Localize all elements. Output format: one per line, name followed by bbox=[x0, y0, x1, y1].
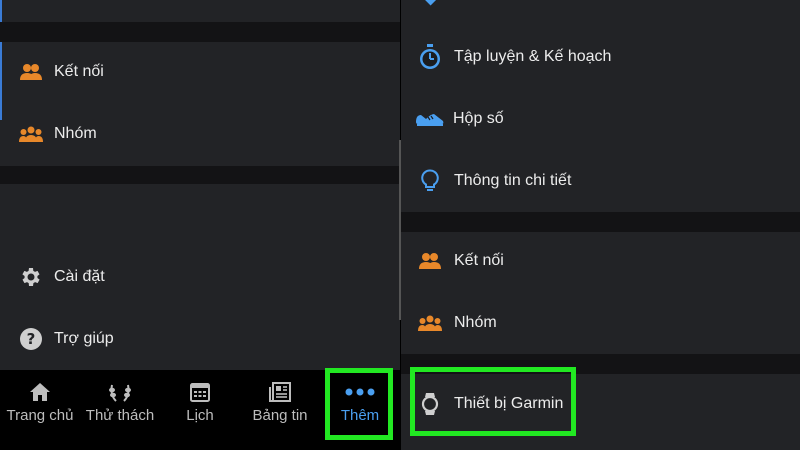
svg-text:?: ? bbox=[27, 330, 36, 348]
nav-tab-label: Bảng tin bbox=[252, 407, 308, 424]
menu-item-gear[interactable]: Hộp số bbox=[401, 90, 800, 148]
nav-tab-label: Thử thách bbox=[85, 407, 155, 424]
highlight-box-garmin-devices bbox=[410, 367, 576, 436]
menu-item-label: Kết nối bbox=[454, 252, 504, 269]
section-divider bbox=[401, 212, 800, 232]
connections-icon bbox=[418, 249, 442, 273]
nav-tab-home[interactable]: Trang chủ bbox=[0, 370, 80, 450]
menu-item-label: Hộp số bbox=[453, 110, 504, 127]
menu-item-groups[interactable]: Nhóm bbox=[0, 105, 400, 163]
menu-item-label: Trợ giúp bbox=[54, 330, 114, 347]
home-icon bbox=[29, 380, 51, 404]
nav-tab-label: Trang chủ bbox=[6, 407, 74, 424]
calendar-icon bbox=[190, 380, 210, 404]
connections-icon bbox=[19, 60, 43, 84]
menu-item-connections[interactable]: Kết nối bbox=[401, 232, 800, 290]
menu-item-groups[interactable]: Nhóm bbox=[401, 294, 800, 352]
highlight-box-more-tab bbox=[325, 368, 393, 440]
lightbulb-icon bbox=[418, 169, 442, 193]
shoe-icon bbox=[415, 107, 445, 131]
menu-item-help[interactable]: ? Trợ giúp bbox=[0, 310, 400, 368]
gear-icon bbox=[19, 265, 43, 289]
menu-item-insights[interactable]: Thông tin chi tiết bbox=[401, 152, 800, 210]
menu-item-label: Nhóm bbox=[54, 125, 97, 142]
menu-item-connections[interactable]: Kết nối bbox=[0, 43, 400, 101]
partial-icon bbox=[423, 0, 441, 6]
menu-item-label: Kết nối bbox=[54, 63, 104, 80]
help-icon: ? bbox=[19, 327, 43, 351]
laurel-icon bbox=[108, 380, 132, 404]
nav-tab-label: Lịch bbox=[186, 407, 214, 424]
nav-tab-challenges[interactable]: Thử thách bbox=[80, 370, 160, 450]
menu-item-label: Tập luyện & Kế hoạch bbox=[454, 48, 612, 65]
section-divider bbox=[0, 166, 400, 184]
menu-item-settings[interactable]: Cài đặt bbox=[0, 248, 400, 306]
menu-item-training-plans[interactable]: Tập luyện & Kế hoạch bbox=[401, 28, 800, 86]
menu-item-label: Nhóm bbox=[454, 314, 497, 331]
groups-icon bbox=[19, 122, 43, 146]
newsfeed-icon bbox=[269, 380, 291, 404]
nav-tab-calendar[interactable]: Lịch bbox=[160, 370, 240, 450]
groups-icon bbox=[418, 311, 442, 335]
section-divider bbox=[0, 22, 400, 42]
nav-tab-newsfeed[interactable]: Bảng tin bbox=[240, 370, 320, 450]
stopwatch-icon bbox=[418, 44, 442, 69]
menu-item-label: Cài đặt bbox=[54, 268, 105, 285]
menu-item-label: Thông tin chi tiết bbox=[454, 172, 572, 189]
